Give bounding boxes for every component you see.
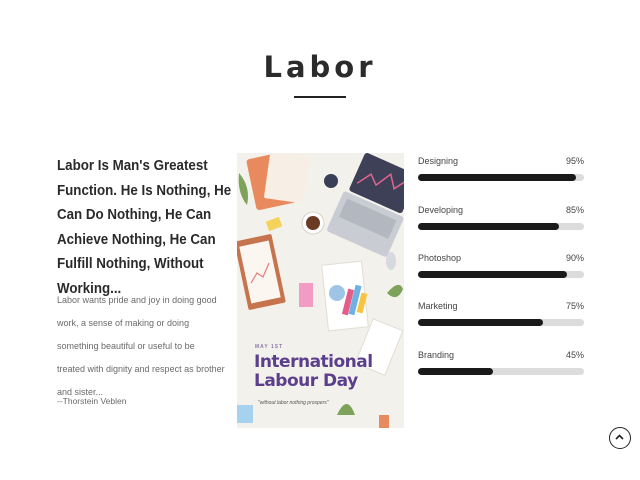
skill-name: Photoshop	[418, 253, 462, 263]
progress-fill	[418, 319, 543, 326]
progress-fill	[418, 223, 560, 230]
skill-name: Developing	[418, 205, 464, 215]
progress-track	[418, 319, 584, 326]
skill-percent: 90%	[565, 253, 584, 263]
progress-fill	[418, 174, 576, 181]
progress-fill	[418, 368, 493, 375]
quote-author: --Thorstein Veblen	[57, 396, 127, 406]
illustration-subtitle: "without labor nothing prospers"	[258, 400, 329, 406]
progress-track	[418, 271, 584, 278]
skill-percent: 85%	[565, 205, 584, 215]
section-title: Labor	[263, 50, 377, 84]
skill-name: Designing	[418, 156, 459, 166]
skill-name: Marketing	[418, 301, 458, 311]
chevron-up-icon	[615, 434, 624, 440]
progress-track	[418, 223, 584, 230]
progress-track	[418, 174, 584, 181]
title-underline	[294, 96, 346, 98]
skill-percent: 45%	[565, 350, 584, 360]
skill-name: Branding	[418, 350, 455, 360]
progress-fill	[418, 271, 568, 278]
skill-percent: 75%	[565, 301, 584, 311]
skill-percent: 95%	[565, 156, 584, 166]
quote-body: Labor wants pride and joy in doing good …	[57, 295, 225, 397]
scroll-to-top-button[interactable]	[609, 427, 631, 449]
progress-track	[418, 368, 584, 375]
quote-heading: Labor Is Man's Greatest Function. He Is …	[57, 158, 232, 297]
illustration-caption: MAY 1ST	[255, 344, 284, 350]
illustration-title: International Labour Day	[254, 352, 373, 391]
